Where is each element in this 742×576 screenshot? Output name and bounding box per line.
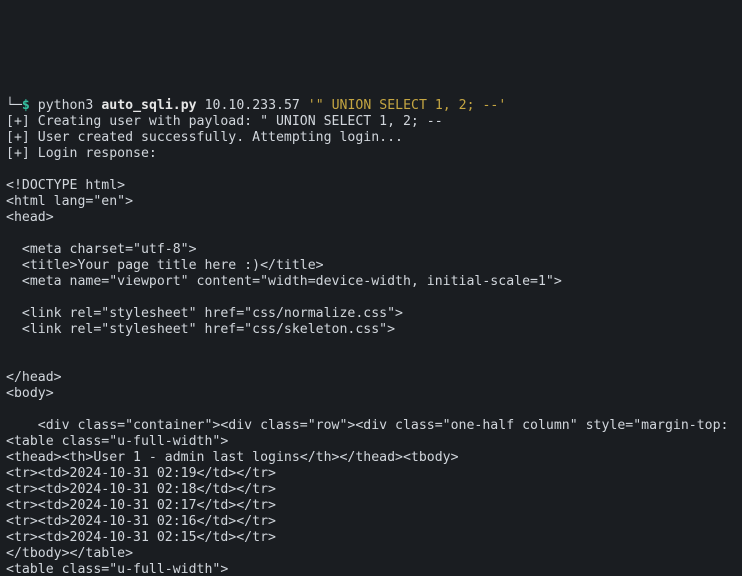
- output-line: <div class="container"><div class="row">…: [6, 418, 729, 433]
- output-line: <table class="u-full-width">: [6, 434, 228, 449]
- table-row: <tr><td>2024-10-31 02:18</td></tr>: [6, 482, 276, 497]
- output-line: [+] User created successfully. Attemptin…: [6, 130, 403, 145]
- table-row: <tr><td>2024-10-31 02:16</td></tr>: [6, 514, 276, 529]
- output-line: <html lang="en">: [6, 194, 133, 209]
- prompt-lead: └─: [6, 98, 22, 113]
- command-ip: 10.10.233.57: [205, 98, 300, 113]
- output-line: </tbody></table>: [6, 546, 133, 561]
- command-payload: '" UNION SELECT 1, 2; --': [308, 98, 507, 113]
- output-line: <head>: [6, 210, 54, 225]
- command-script: auto_sqli.py: [101, 98, 196, 113]
- output-line: <thead><th>User 1 - admin last logins</t…: [6, 450, 459, 465]
- output-line: [+] Creating user with payload: " UNION …: [6, 114, 443, 129]
- table-row: <tr><td>2024-10-31 02:17</td></tr>: [6, 498, 276, 513]
- terminal-output: └─$ python3 auto_sqli.py 10.10.233.57 '"…: [0, 80, 742, 576]
- table-row: <tr><td>2024-10-31 02:19</td></tr>: [6, 466, 276, 481]
- output-line: <title>Your page title here :)</title>: [6, 258, 324, 273]
- ellipsis-icon: ...: [379, 130, 403, 145]
- output-line: <body>: [6, 386, 54, 401]
- output-line: <link rel="stylesheet" href="css/skeleto…: [6, 322, 395, 337]
- table-row: <tr><td>2024-10-31 02:15</td></tr>: [6, 530, 276, 545]
- output-line: <meta name="viewport" content="width=dev…: [6, 274, 562, 289]
- output-line: [+] Login response:: [6, 146, 157, 161]
- prompt-dollar: $: [22, 98, 30, 113]
- output-line: <meta charset="utf-8">: [6, 242, 197, 257]
- output-line: </head>: [6, 370, 62, 385]
- output-line: <link rel="stylesheet" href="css/normali…: [6, 306, 403, 321]
- prompt-line[interactable]: └─$ python3 auto_sqli.py 10.10.233.57 '"…: [6, 98, 506, 113]
- output-line: <table class="u-full-width">: [6, 562, 228, 576]
- output-line: <!DOCTYPE html>: [6, 178, 125, 193]
- command-interpreter: python3: [38, 98, 94, 113]
